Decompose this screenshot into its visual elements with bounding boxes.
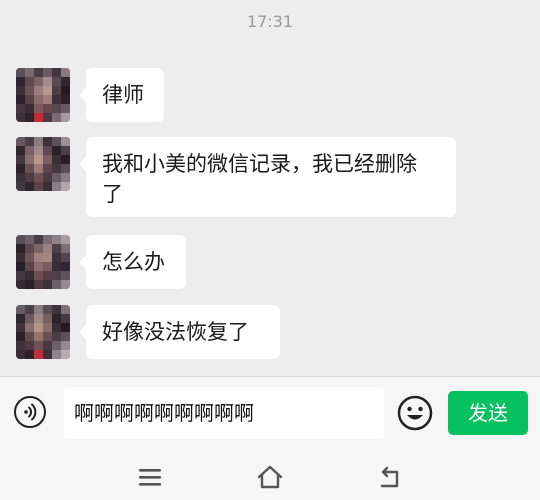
message-row: 好像没法恢复了	[16, 305, 280, 359]
message-input[interactable]: 啊啊啊啊啊啊啊啊啊	[64, 387, 384, 439]
contact-avatar[interactable]	[16, 137, 70, 191]
chat-screen: 17:31 律师 我和小美的微信记录，我已经删除了 怎么办 好像没法恢复了 啊啊…	[0, 0, 540, 500]
emoji-icon[interactable]	[397, 395, 433, 431]
message-row: 怎么办	[16, 235, 186, 289]
contact-avatar[interactable]	[16, 68, 70, 122]
message-row: 律师	[16, 68, 164, 122]
send-button[interactable]: 发送	[448, 391, 528, 435]
home-icon[interactable]	[256, 463, 284, 491]
contact-avatar[interactable]	[16, 305, 70, 359]
message-bubble[interactable]: 怎么办	[79, 235, 186, 289]
back-icon[interactable]	[376, 463, 404, 491]
message-row: 我和小美的微信记录，我已经删除了	[16, 137, 456, 217]
menu-icon[interactable]	[136, 463, 164, 491]
system-nav-bar	[0, 449, 540, 500]
message-bubble[interactable]: 好像没法恢复了	[79, 305, 280, 359]
message-composer: 啊啊啊啊啊啊啊啊啊 发送	[0, 376, 540, 449]
message-bubble[interactable]: 我和小美的微信记录，我已经删除了	[79, 137, 456, 217]
voice-icon[interactable]	[14, 396, 46, 428]
message-bubble[interactable]: 律师	[79, 68, 164, 122]
contact-avatar[interactable]	[16, 235, 70, 289]
message-timestamp: 17:31	[246, 12, 294, 31]
